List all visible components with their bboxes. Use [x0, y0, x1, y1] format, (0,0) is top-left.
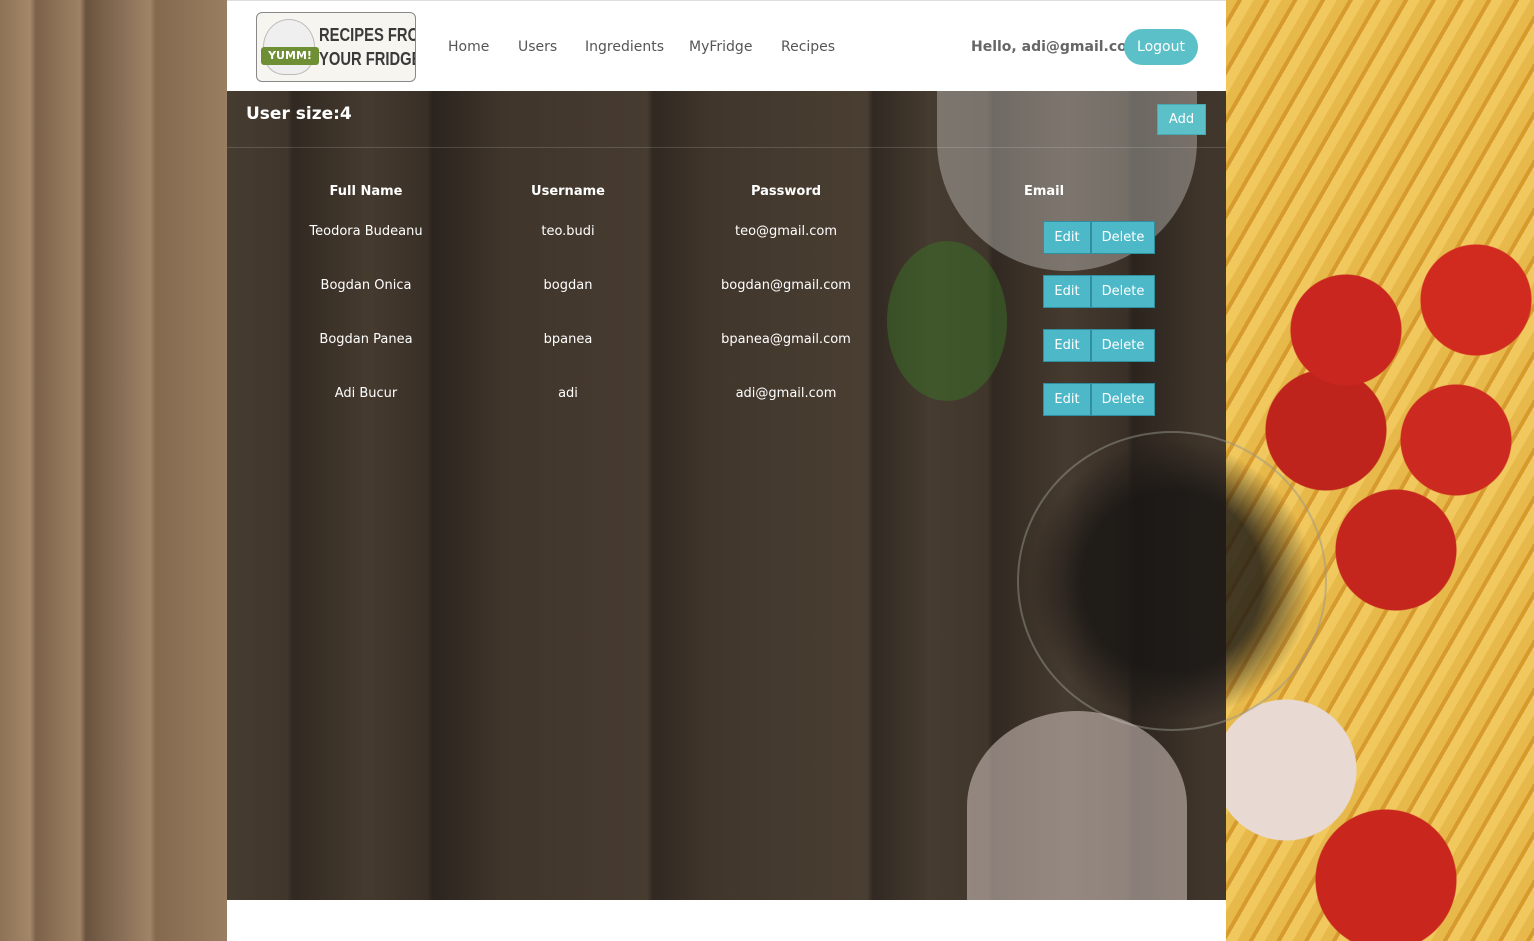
column-header-password: Password: [750, 184, 822, 199]
delete-button[interactable]: Delete: [1091, 329, 1155, 362]
add-user-button[interactable]: Add: [1157, 104, 1206, 135]
footer: [227, 900, 1226, 941]
user-greeting: Hello, adi@gmail.com!: [971, 39, 1148, 55]
logout-button[interactable]: Logout: [1124, 29, 1198, 65]
column-header-email: Email: [1023, 184, 1065, 199]
background-wood-left: [0, 0, 227, 941]
cell-username: bpanea: [543, 332, 593, 347]
cell-email: bpanea@gmail.com: [721, 332, 851, 347]
user-count-title: User size:4: [246, 104, 352, 124]
logo-text: RECIPES FROM YOUR FRIDGE: [319, 23, 416, 71]
logo-text-line1: RECIPES FROM: [319, 25, 415, 45]
decor-olives-bowl: [1017, 431, 1327, 731]
edit-button[interactable]: Edit: [1043, 275, 1091, 308]
edit-button[interactable]: Edit: [1043, 329, 1091, 362]
delete-button[interactable]: Delete: [1091, 275, 1155, 308]
navbar: YUMM! RECIPES FROM YOUR FRIDGE Home User…: [227, 0, 1226, 91]
column-header-username: Username: [531, 184, 605, 199]
cell-full-name: Adi Bucur: [334, 386, 398, 401]
nav-link-myfridge[interactable]: MyFridge: [689, 39, 752, 55]
cell-full-name: Bogdan Onica: [320, 278, 412, 293]
delete-button[interactable]: Delete: [1091, 383, 1155, 416]
panel-header: User size:4 Add: [227, 91, 1226, 148]
cell-username: bogdan: [543, 278, 593, 293]
cell-full-name: Teodora Budeanu: [309, 224, 423, 239]
nav-link-ingredients[interactable]: Ingredients: [585, 39, 664, 55]
decor-basil: [887, 241, 1007, 401]
decor-salt-bowl: [967, 711, 1187, 901]
logo-badge: YUMM!: [261, 47, 319, 65]
page-container: YUMM! RECIPES FROM YOUR FRIDGE Home User…: [227, 0, 1327, 941]
logo-text-line2: YOUR FRIDGE: [319, 49, 416, 69]
cell-username: adi: [558, 386, 578, 401]
edit-button[interactable]: Edit: [1043, 383, 1091, 416]
delete-button[interactable]: Delete: [1091, 221, 1155, 254]
nav-link-recipes[interactable]: Recipes: [781, 39, 835, 55]
users-panel: User size:4 Add Full Name Username Passw…: [227, 91, 1327, 901]
cell-username: teo.budi: [541, 224, 595, 239]
cell-email: teo@gmail.com: [734, 224, 838, 239]
nav-link-home[interactable]: Home: [448, 39, 489, 55]
cell-email: bogdan@gmail.com: [721, 278, 851, 293]
cell-email: adi@gmail.com: [735, 386, 837, 401]
site-logo[interactable]: YUMM! RECIPES FROM YOUR FRIDGE: [256, 12, 416, 82]
edit-button[interactable]: Edit: [1043, 221, 1091, 254]
nav-link-users[interactable]: Users: [518, 39, 557, 55]
cell-full-name: Bogdan Panea: [319, 332, 413, 347]
column-header-full-name: Full Name: [329, 184, 403, 199]
